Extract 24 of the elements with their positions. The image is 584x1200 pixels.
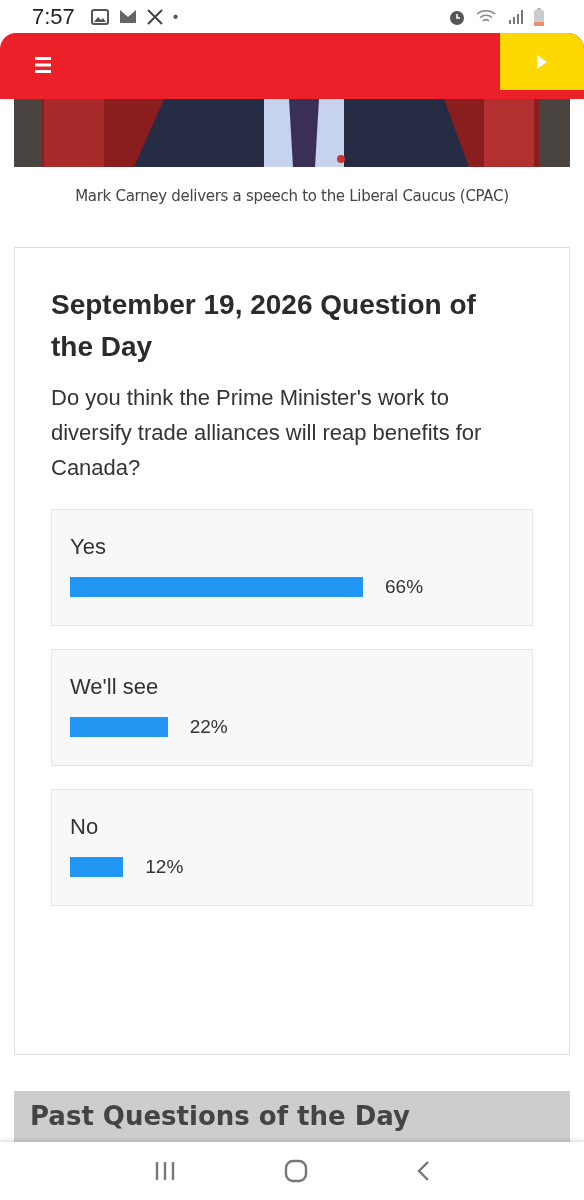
back-icon[interactable] [416,1160,430,1182]
x-logo-icon [146,8,163,25]
menu-button[interactable] [35,56,51,74]
battery-icon [534,7,544,26]
poll-question: Do you think the Prime Minister's work to diversify trade alliances will reap benefits for Canada? [51,384,483,482]
result-percent: 22% [189,716,228,738]
option-label: No [70,813,100,841]
status-time: 7:57 [32,3,75,30]
gallery-icon [90,8,109,25]
option-label: Yes [70,533,107,561]
notification-dot: • [172,7,179,26]
past-questions-heading: Past Questions of the Day [30,1101,411,1131]
result-bar [70,857,124,877]
signal-icon [508,8,524,25]
poll-title: September 19, 2026 Question of the Day [51,288,477,364]
recent-apps-icon[interactable] [154,1160,176,1182]
photo-caption: Mark Carney delivers a speech to the Liberal Caucus (CPAC) [74,187,510,205]
option-label: We'll see [70,673,160,701]
result-percent: 66% [385,576,424,598]
menu-icon [35,56,51,74]
home-icon[interactable] [284,1159,308,1183]
result-percent: 12% [145,856,184,878]
play-icon [536,53,548,70]
mail-icon [118,9,137,24]
